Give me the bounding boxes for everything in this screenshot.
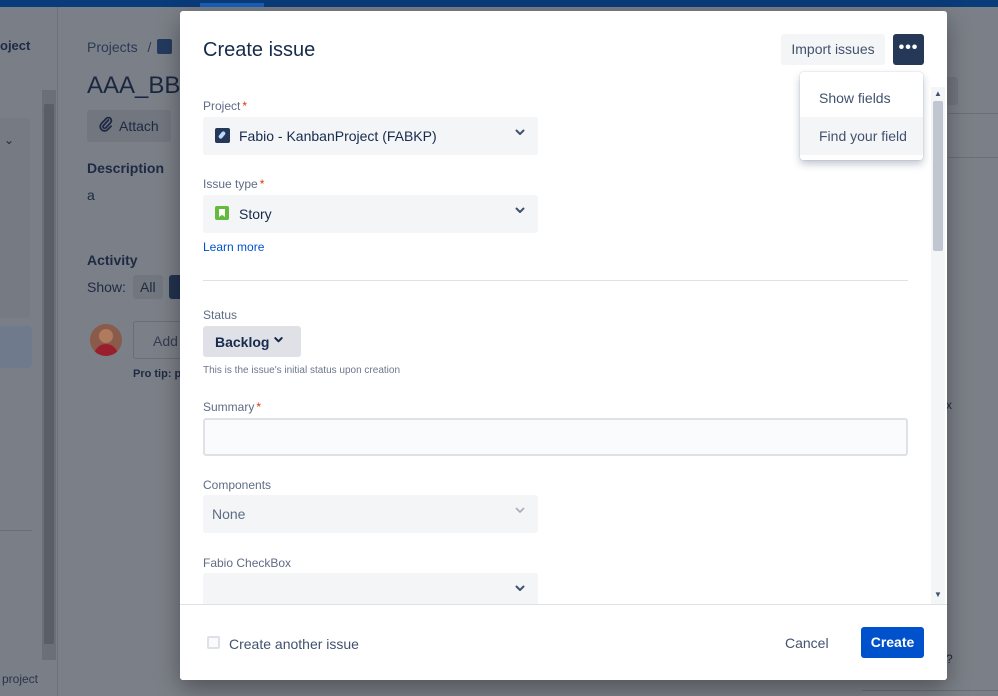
breadcrumb-projects: Projects bbox=[87, 39, 138, 55]
sidebar-divider bbox=[0, 530, 32, 531]
chevron-down-icon: ⌄ bbox=[4, 133, 15, 147]
project-field-label: Project * bbox=[203, 99, 247, 113]
modal-form-body: Project * Fabio - KanbanProject (FABKP) I… bbox=[180, 87, 931, 604]
issue-type-field-label: Issue type * bbox=[203, 177, 264, 191]
learn-more-link[interactable]: Learn more bbox=[203, 240, 264, 254]
required-mark: * bbox=[242, 99, 248, 113]
components-field-label: Components bbox=[203, 478, 272, 492]
avatar bbox=[90, 324, 122, 356]
sidebar-footer-text: project bbox=[2, 672, 39, 686]
summary-label-text: Summary bbox=[203, 400, 255, 414]
issue-type-select[interactable]: Story bbox=[203, 195, 538, 233]
scroll-down-arrow-icon[interactable]: ▼ bbox=[934, 590, 942, 599]
breadcrumb-separator: / bbox=[147, 39, 152, 55]
components-select-value: None bbox=[212, 506, 246, 522]
status-dropdown-button[interactable]: Backlog bbox=[203, 326, 301, 357]
issue-type-select-value: Story bbox=[239, 206, 272, 222]
required-mark: * bbox=[256, 400, 262, 414]
chevron-down-icon bbox=[514, 204, 526, 219]
chevron-down-icon bbox=[514, 582, 526, 597]
project-avatar-icon bbox=[215, 128, 230, 143]
section-divider bbox=[203, 280, 908, 281]
story-icon bbox=[215, 206, 229, 220]
sidebar-scroll-thumb bbox=[44, 104, 54, 644]
pro-tip-text: Pro tip: p bbox=[133, 368, 182, 380]
chevron-down-icon bbox=[273, 334, 284, 348]
fabio-checkbox-field-label: Fabio CheckBox bbox=[203, 556, 292, 570]
import-issues-button[interactable]: Import issues bbox=[781, 34, 885, 65]
components-select[interactable]: None bbox=[203, 495, 538, 533]
menu-item-show-fields[interactable]: Show fields bbox=[800, 79, 923, 117]
summary-field-label: Summary * bbox=[203, 400, 261, 414]
more-actions-menu: Show fields Find your field bbox=[800, 72, 923, 160]
top-nav-active-indicator bbox=[200, 3, 264, 7]
summary-input[interactable] bbox=[203, 418, 908, 456]
project-select[interactable]: Fabio - KanbanProject (FABKP) bbox=[203, 117, 538, 155]
right-panel-divider bbox=[948, 157, 998, 158]
sidebar-panel bbox=[0, 118, 30, 318]
filter-all-button: All bbox=[133, 275, 163, 299]
required-mark: * bbox=[259, 177, 265, 191]
chevron-down-icon bbox=[514, 126, 526, 141]
scroll-thumb[interactable] bbox=[933, 101, 943, 251]
scroll-up-arrow-icon[interactable]: ▲ bbox=[934, 89, 942, 98]
issue-type-label-text: Issue type bbox=[203, 177, 258, 191]
project-label-text: Project bbox=[203, 99, 241, 113]
modal-scrollbar[interactable]: ▲ ▼ bbox=[931, 87, 945, 604]
paperclip-icon bbox=[98, 116, 114, 137]
create-button[interactable]: Create bbox=[861, 627, 924, 658]
cancel-button[interactable]: Cancel bbox=[785, 635, 829, 651]
menu-item-find-your-field[interactable]: Find your field bbox=[800, 117, 923, 155]
status-help-text: This is the issue's initial status upon … bbox=[203, 365, 401, 376]
ellipsis-icon: ••• bbox=[898, 39, 919, 56]
sidebar-project-label: oject bbox=[0, 38, 31, 53]
sidebar-selected-item bbox=[0, 326, 32, 368]
project-icon bbox=[157, 39, 172, 54]
create-another-label[interactable]: Create another issue bbox=[229, 636, 359, 652]
right-panel-divider bbox=[948, 113, 998, 114]
status-field-label: Status bbox=[203, 308, 238, 322]
project-select-value: Fabio - KanbanProject (FABKP) bbox=[239, 128, 437, 144]
modal-title: Create issue bbox=[203, 39, 316, 61]
more-actions-button[interactable]: ••• bbox=[893, 34, 924, 65]
breadcrumb: Projects / bbox=[87, 39, 151, 55]
activity-label: Activity bbox=[87, 252, 138, 268]
description-label: Description bbox=[87, 160, 165, 176]
create-another-checkbox[interactable] bbox=[207, 636, 220, 649]
status-value: Backlog bbox=[215, 334, 270, 350]
fabio-checkbox-select[interactable] bbox=[203, 573, 538, 604]
chevron-down-icon bbox=[514, 504, 526, 519]
modal-footer: Create another issue Cancel Create bbox=[180, 604, 947, 680]
right-panel-divider bbox=[862, 690, 998, 691]
top-nav-bar bbox=[0, 0, 998, 7]
description-value: a bbox=[87, 187, 95, 203]
right-panel-help: ? bbox=[946, 652, 953, 666]
show-label: Show: bbox=[87, 279, 126, 295]
